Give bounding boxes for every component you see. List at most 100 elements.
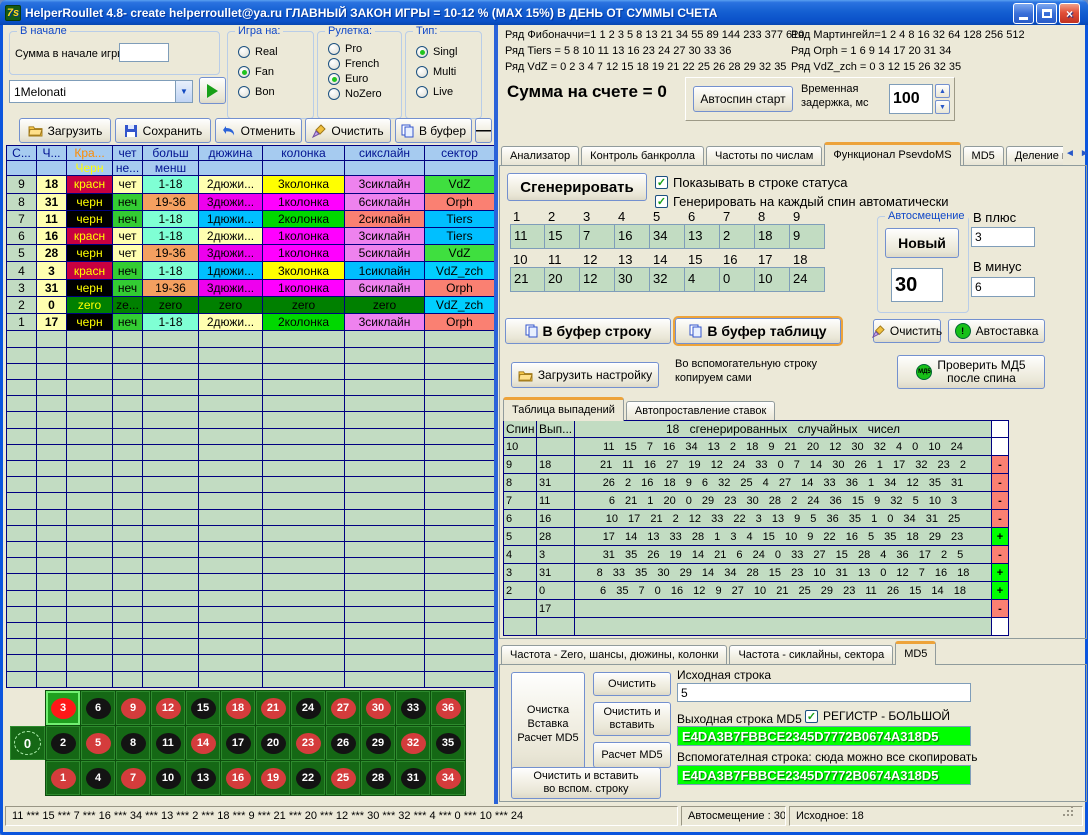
roulette-number-34[interactable]: 34 — [431, 761, 465, 795]
radio-Euro[interactable]: Euro — [328, 73, 382, 85]
roulette-number-27[interactable]: 27 — [326, 691, 360, 725]
roulette-number-5[interactable]: 5 — [81, 726, 115, 760]
load-button[interactable]: Загрузить — [19, 118, 111, 143]
profile-combobox[interactable]: 1Melonati ▼ — [9, 80, 193, 103]
resize-grip[interactable] — [1071, 814, 1084, 827]
roulette-number-13[interactable]: 13 — [186, 761, 220, 795]
tab-Частота - сиклайны, сектора[interactable]: Частота - сиклайны, сектора — [729, 645, 893, 665]
tab-Частота - Zero, шансы, дюжины, колонки[interactable]: Частота - Zero, шансы, дюжины, колонки — [501, 645, 727, 665]
roulette-number-14[interactable]: 14 — [186, 726, 220, 760]
roulette-number-36[interactable]: 36 — [431, 691, 465, 725]
roulette-number-10[interactable]: 10 — [151, 761, 185, 795]
undo-button[interactable]: Отменить — [215, 118, 302, 143]
spinner-up-icon[interactable]: ▲ — [935, 84, 950, 98]
md5-clear-paste-button[interactable]: Очистить и вставить — [593, 702, 671, 736]
tab-Деление ко[interactable]: Деление ко — [1006, 146, 1063, 166]
roulette-number-3[interactable]: 3 — [46, 691, 80, 725]
tab-Контроль банкролла[interactable]: Контроль банкролла — [581, 146, 704, 166]
roulette-number-22[interactable]: 22 — [291, 761, 325, 795]
roulette-number-29[interactable]: 29 — [361, 726, 395, 760]
roulette-number-1[interactable]: 1 — [46, 761, 80, 795]
md5-source-input[interactable] — [677, 683, 971, 702]
roulette-number-20[interactable]: 20 — [256, 726, 290, 760]
roulette-number-28[interactable]: 28 — [361, 761, 395, 795]
roulette-number-35[interactable]: 35 — [431, 726, 465, 760]
md5-clear-paste-aux-button[interactable]: Очистить и вставить во вспом. строку — [511, 767, 661, 799]
load-settings-button[interactable]: Загрузить настройку — [511, 362, 659, 388]
roulette-number-16[interactable]: 16 — [221, 761, 255, 795]
tab-scroll-left-icon[interactable]: ◄ — [1063, 147, 1077, 160]
tab-Частоты по числам[interactable]: Частоты по числам — [706, 146, 822, 166]
radio-Live[interactable]: Live — [416, 86, 457, 98]
md5-stack-button[interactable]: Очистка Вставка Расчет MD5 — [511, 672, 585, 776]
copy-row-button[interactable]: В буфер строку — [505, 318, 671, 344]
clear-button[interactable]: Очистить — [305, 118, 391, 143]
minimize-button[interactable] — [1013, 3, 1034, 24]
copy-table-button[interactable]: В буфер таблицу — [675, 318, 841, 344]
md5-calc-button[interactable]: Расчет MD5 — [593, 742, 671, 768]
roulette-number-19[interactable]: 19 — [256, 761, 290, 795]
tab-Автопроставление ставок[interactable]: Автопроставление ставок — [626, 401, 775, 421]
radio-Singl[interactable]: Singl — [416, 46, 457, 58]
tab-Таблица выпадений[interactable]: Таблица выпадений — [503, 397, 624, 421]
autoshift-input[interactable] — [891, 268, 943, 302]
checkbox-show-status[interactable]: ✓ Показывать в строке статуса — [655, 175, 848, 190]
radio-NoZero[interactable]: NoZero — [328, 88, 382, 100]
roulette-number-15[interactable]: 15 — [186, 691, 220, 725]
tab-Анализатор[interactable]: Анализатор — [501, 146, 579, 166]
autobet-button[interactable]: ! Автоставка — [948, 319, 1045, 343]
tab-MD5[interactable]: MD5 — [895, 641, 936, 665]
minus-input[interactable] — [971, 277, 1035, 297]
copy-buffer-button[interactable]: В буфер — [395, 118, 472, 143]
checkbox-uppercase[interactable]: ✓ РЕГИСТР - БОЛЬШОЙ — [805, 709, 950, 723]
roulette-number-23[interactable]: 23 — [291, 726, 325, 760]
new-button[interactable]: Новый — [885, 228, 959, 258]
roulette-number-8[interactable]: 8 — [116, 726, 150, 760]
plus-input[interactable] — [971, 227, 1035, 247]
roulette-number-0[interactable]: 0 — [10, 726, 45, 760]
title-bar[interactable]: 7s HelperRoullet 4.8- create helperroull… — [0, 0, 1088, 25]
autospin-start-button[interactable]: Автоспин старт — [693, 86, 793, 112]
radio-Pro[interactable]: Pro — [328, 43, 382, 55]
roulette-number-11[interactable]: 11 — [151, 726, 185, 760]
tab-MD5[interactable]: MD5 — [963, 146, 1004, 166]
roulette-number-9[interactable]: 9 — [116, 691, 150, 725]
check-md5-button[interactable]: МД5 Проверить МД5после спина — [897, 355, 1045, 389]
chevron-down-icon[interactable]: ▼ — [175, 81, 192, 102]
checkbox-autogenerate[interactable]: ✓ Генерировать на каждый спин автоматиче… — [655, 194, 949, 209]
radio-Bon[interactable]: Bon — [238, 86, 278, 98]
radio-Multi[interactable]: Multi — [416, 66, 457, 78]
roulette-number-2[interactable]: 2 — [46, 726, 80, 760]
md5-clear-button[interactable]: Очистить — [593, 672, 671, 696]
save-button[interactable]: Сохранить — [115, 118, 211, 143]
roulette-number-31[interactable]: 31 — [396, 761, 430, 795]
roulette-number-30[interactable]: 30 — [361, 691, 395, 725]
tab-Функционал PsevdoMS[interactable]: Функционал PsevdoMS — [824, 142, 960, 166]
roulette-number-7[interactable]: 7 — [116, 761, 150, 795]
roulette-number-21[interactable]: 21 — [256, 691, 290, 725]
roulette-number-17[interactable]: 17 — [221, 726, 255, 760]
roulette-number-26[interactable]: 26 — [326, 726, 360, 760]
minus-button[interactable]: — — [475, 118, 492, 143]
roulette-number-6[interactable]: 6 — [81, 691, 115, 725]
roulette-number-12[interactable]: 12 — [151, 691, 185, 725]
roulette-number-4[interactable]: 4 — [81, 761, 115, 795]
close-button[interactable]: × — [1059, 3, 1080, 24]
play-button[interactable] — [199, 77, 226, 104]
roulette-number-32[interactable]: 32 — [396, 726, 430, 760]
roulette-number-33[interactable]: 33 — [396, 691, 430, 725]
gen-clear-button[interactable]: Очистить — [873, 319, 941, 343]
md5-output-field[interactable]: E4DA3B7FBBCE2345D7772B0674A318D5 — [677, 726, 971, 746]
start-sum-input[interactable] — [119, 43, 169, 62]
roulette-number-25[interactable]: 25 — [326, 761, 360, 795]
roulette-number-24[interactable]: 24 — [291, 691, 325, 725]
generate-button[interactable]: Сгенерировать — [507, 173, 647, 201]
radio-French[interactable]: French — [328, 58, 382, 70]
radio-Fan[interactable]: Fan — [238, 66, 278, 78]
roulette-number-18[interactable]: 18 — [221, 691, 255, 725]
delay-input[interactable] — [889, 84, 933, 114]
radio-Real[interactable]: Real — [238, 46, 278, 58]
maximize-button[interactable] — [1036, 3, 1057, 24]
spinner-down-icon[interactable]: ▼ — [935, 100, 950, 114]
md5-aux-field[interactable]: E4DA3B7FBBCE2345D7772B0674A318D5 — [677, 765, 971, 785]
